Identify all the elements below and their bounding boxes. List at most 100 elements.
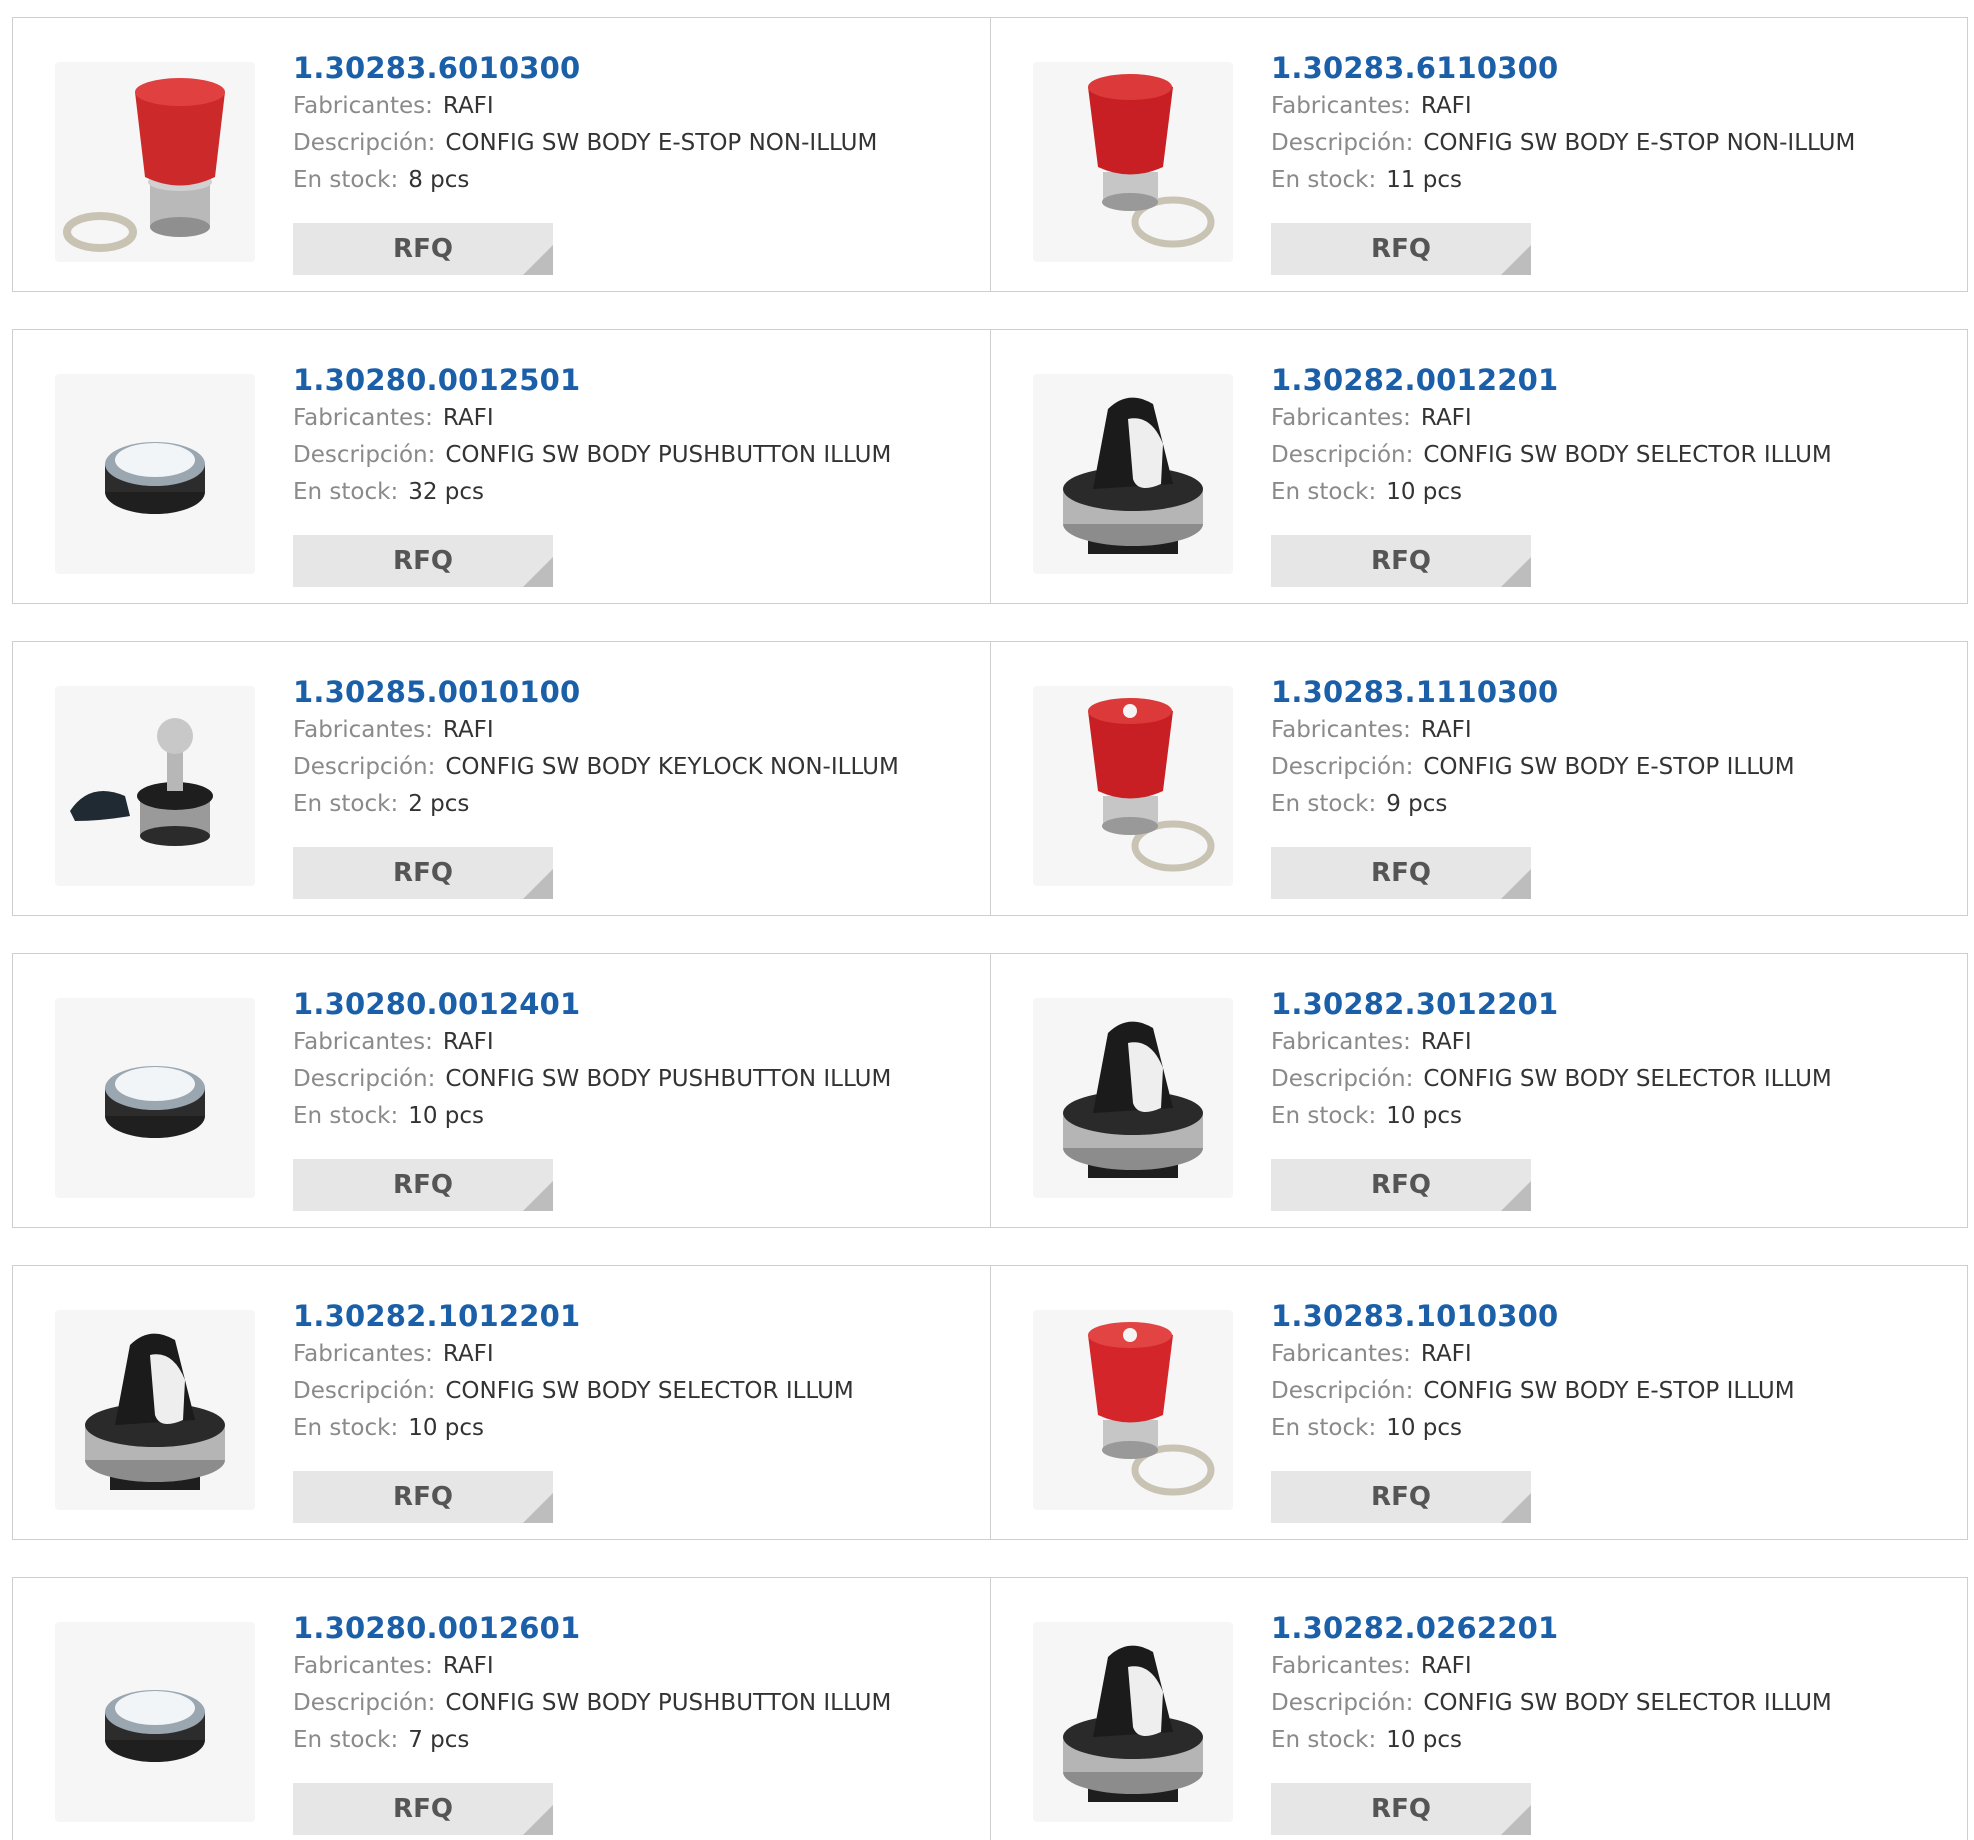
- description-line: Descripción: CONFIG SW BODY SELECTOR ILLU…: [1271, 1685, 1957, 1722]
- manufacturer-value: RAFI: [442, 1341, 494, 1367]
- corner-triangle-icon: [523, 245, 553, 275]
- manufacturer-label: Fabricantes:: [1271, 1029, 1411, 1055]
- description-line: Descripción: CONFIG SW BODY PUSHBUTTON IL…: [293, 437, 980, 474]
- stock-line: En stock: 10 pcs: [1271, 1722, 1957, 1759]
- part-number-link[interactable]: 1.30282.1012201: [293, 1296, 980, 1336]
- description-value: CONFIG SW BODY E-STOP NON-ILLUM: [1423, 130, 1856, 156]
- description-value: CONFIG SW BODY PUSHBUTTON ILLUM: [445, 1066, 892, 1092]
- product-row: 1.30285.0010100 Fabricantes: RAFI Descrip…: [12, 641, 1968, 916]
- corner-triangle-icon: [523, 1805, 553, 1835]
- rfq-button[interactable]: RFQ: [1271, 1783, 1531, 1835]
- product-image[interactable]: [55, 686, 255, 886]
- rfq-label: RFQ: [1371, 858, 1431, 888]
- red-estop-button-icon: [1088, 74, 1215, 248]
- product-image[interactable]: [55, 1310, 255, 1510]
- rfq-label: RFQ: [1371, 1482, 1431, 1512]
- description-label: Descripción:: [1271, 1066, 1414, 1092]
- part-number-link[interactable]: 1.30282.0012201: [1271, 360, 1957, 400]
- corner-triangle-icon: [523, 1181, 553, 1211]
- stock-label: En stock:: [293, 1415, 399, 1441]
- rfq-button[interactable]: RFQ: [293, 1159, 553, 1211]
- manufacturer-value: RAFI: [1420, 1029, 1472, 1055]
- product-card: 1.30280.0012401 Fabricantes: RAFI Descrip…: [13, 954, 990, 1227]
- product-image[interactable]: [1033, 1310, 1233, 1510]
- product-image[interactable]: [55, 62, 255, 262]
- rfq-label: RFQ: [393, 858, 453, 888]
- part-number-link[interactable]: 1.30282.3012201: [1271, 984, 1957, 1024]
- stock-line: En stock: 7 pcs: [293, 1722, 980, 1759]
- product-card: 1.30282.3012201 Fabricantes: RAFI Descrip…: [990, 954, 1967, 1227]
- product-card: 1.30283.6010300 Fabricantes: RAFI Descrip…: [13, 18, 990, 291]
- product-image[interactable]: [1033, 1622, 1233, 1822]
- stock-label: En stock:: [293, 1727, 399, 1753]
- part-number-link[interactable]: 1.30283.6110300: [1271, 48, 1957, 88]
- product-row: 1.30280.0012401 Fabricantes: RAFI Descrip…: [12, 953, 1968, 1228]
- description-value: CONFIG SW BODY SELECTOR ILLUM: [445, 1378, 854, 1404]
- product-row: 1.30280.0012601 Fabricantes: RAFI Descrip…: [12, 1577, 1968, 1840]
- manufacturer-label: Fabricantes:: [293, 717, 433, 743]
- product-image[interactable]: [55, 374, 255, 574]
- rfq-button[interactable]: RFQ: [1271, 223, 1531, 275]
- rfq-button[interactable]: RFQ: [293, 847, 553, 899]
- description-label: Descripción:: [1271, 130, 1414, 156]
- product-image[interactable]: [1033, 686, 1233, 886]
- stock-label: En stock:: [293, 167, 399, 193]
- rfq-label: RFQ: [393, 1794, 453, 1824]
- description-label: Descripción:: [1271, 1690, 1414, 1716]
- stock-value: 10 pcs: [408, 1415, 485, 1441]
- manufacturer-value: RAFI: [1420, 93, 1472, 119]
- rfq-button[interactable]: RFQ: [293, 1471, 553, 1523]
- description-line: Descripción: CONFIG SW BODY KEYLOCK NON-I…: [293, 749, 980, 786]
- part-number-link[interactable]: 1.30282.0262201: [1271, 1608, 1957, 1648]
- part-number-link[interactable]: 1.30280.0012501: [293, 360, 980, 400]
- description-line: Descripción: CONFIG SW BODY PUSHBUTTON IL…: [293, 1685, 980, 1722]
- rfq-button[interactable]: RFQ: [1271, 1159, 1531, 1211]
- product-image[interactable]: [55, 998, 255, 1198]
- description-label: Descripción:: [293, 1690, 436, 1716]
- stock-line: En stock: 8 pcs: [293, 162, 980, 199]
- product-image[interactable]: [55, 1622, 255, 1822]
- description-value: CONFIG SW BODY E-STOP NON-ILLUM: [445, 130, 878, 156]
- description-label: Descripción:: [293, 130, 436, 156]
- corner-triangle-icon: [523, 1493, 553, 1523]
- rfq-label: RFQ: [1371, 546, 1431, 576]
- manufacturer-line: Fabricantes: RAFI: [293, 88, 980, 125]
- product-card: 1.30283.1110300 Fabricantes: RAFI Descrip…: [990, 642, 1967, 915]
- rfq-button[interactable]: RFQ: [1271, 1471, 1531, 1523]
- part-number-link[interactable]: 1.30283.1110300: [1271, 672, 1957, 712]
- part-number-link[interactable]: 1.30283.1010300: [1271, 1296, 1957, 1336]
- product-image[interactable]: [1033, 998, 1233, 1198]
- rfq-button[interactable]: RFQ: [293, 1783, 553, 1835]
- part-number-link[interactable]: 1.30280.0012401: [293, 984, 980, 1024]
- stock-label: En stock:: [1271, 1727, 1377, 1753]
- corner-triangle-icon: [1501, 1493, 1531, 1523]
- manufacturer-value: RAFI: [1420, 717, 1472, 743]
- part-number-link[interactable]: 1.30280.0012601: [293, 1608, 980, 1648]
- product-image[interactable]: [1033, 62, 1233, 262]
- manufacturer-line: Fabricantes: RAFI: [293, 712, 980, 749]
- stock-value: 7 pcs: [408, 1727, 470, 1753]
- manufacturer-label: Fabricantes:: [293, 1341, 433, 1367]
- part-number-link[interactable]: 1.30283.6010300: [293, 48, 980, 88]
- corner-triangle-icon: [1501, 1805, 1531, 1835]
- description-line: Descripción: CONFIG SW BODY E-STOP ILLUM: [1271, 749, 1957, 786]
- manufacturer-label: Fabricantes:: [293, 1653, 433, 1679]
- stock-label: En stock:: [1271, 1103, 1377, 1129]
- product-image[interactable]: [1033, 374, 1233, 574]
- stock-line: En stock: 10 pcs: [1271, 1098, 1957, 1135]
- product-grid: 1.30283.6010300 Fabricantes: RAFI Descrip…: [0, 0, 1974, 1840]
- rfq-button[interactable]: RFQ: [293, 535, 553, 587]
- pushbutton-icon: [105, 442, 205, 514]
- description-line: Descripción: CONFIG SW BODY E-STOP ILLUM: [1271, 1373, 1957, 1410]
- manufacturer-line: Fabricantes: RAFI: [1271, 1648, 1957, 1685]
- stock-value: 10 pcs: [1386, 1103, 1463, 1129]
- rfq-button[interactable]: RFQ: [293, 223, 553, 275]
- part-number-link[interactable]: 1.30285.0010100: [293, 672, 980, 712]
- manufacturer-value: RAFI: [442, 93, 494, 119]
- description-value: CONFIG SW BODY SELECTOR ILLUM: [1423, 1690, 1832, 1716]
- description-label: Descripción:: [293, 1378, 436, 1404]
- rfq-button[interactable]: RFQ: [1271, 847, 1531, 899]
- description-label: Descripción:: [1271, 442, 1414, 468]
- rfq-button[interactable]: RFQ: [1271, 535, 1531, 587]
- description-value: CONFIG SW BODY E-STOP ILLUM: [1423, 1378, 1795, 1404]
